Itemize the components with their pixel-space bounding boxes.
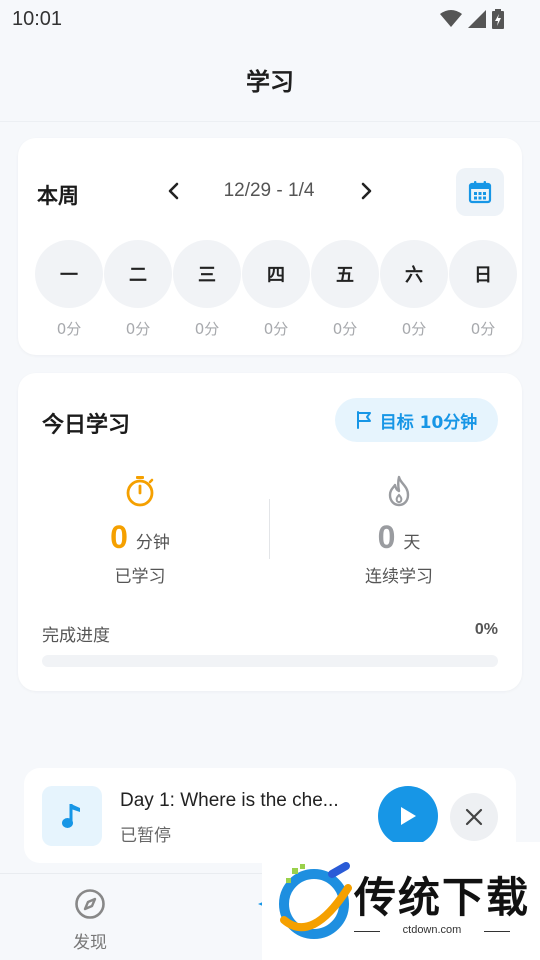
compass-icon — [75, 889, 105, 919]
stat-divider — [269, 499, 270, 559]
signal-icon — [468, 10, 486, 28]
day-label: 三 — [173, 240, 241, 308]
next-week-button[interactable] — [352, 176, 382, 206]
day-sun[interactable]: 日 0分 — [449, 240, 517, 340]
watermark: 传统下载 ctdown.com — [262, 842, 540, 960]
day-thu[interactable]: 四 0分 — [242, 240, 310, 340]
day-label: 六 — [380, 240, 448, 308]
watermark-text: 传统下载 — [354, 873, 531, 922]
flag-icon — [356, 411, 371, 429]
progress-bar — [42, 655, 498, 667]
studied-stat: 0 分钟 已学习 — [20, 473, 260, 587]
day-score: 0分 — [401, 320, 427, 338]
play-button[interactable] — [378, 786, 438, 846]
chevron-left-icon — [168, 182, 179, 200]
watermark-sub: ctdown.com — [402, 924, 462, 936]
status-time: 10:01 — [12, 7, 63, 30]
day-label: 五 — [311, 240, 379, 308]
play-icon — [401, 807, 416, 825]
wifi-icon — [440, 10, 462, 27]
chevron-right-icon — [361, 182, 372, 200]
stopwatch-icon — [126, 476, 154, 507]
watermark-logo — [279, 862, 352, 939]
status-bar: 10:01 — [0, 0, 540, 38]
day-label: 四 — [242, 240, 310, 308]
page-title: 学习 — [246, 68, 294, 96]
player-title: Day 1: Where is the che... — [120, 790, 339, 811]
today-title: 今日学习 — [42, 413, 131, 438]
progress-value: 0% — [474, 621, 498, 638]
goal-label: 目标 10分钟 — [379, 412, 478, 433]
progress-label: 完成进度 — [42, 626, 110, 646]
today-card: 今日学习 目标 10分钟 0 分钟 已学习 0 天 连续学习 完成进度 0% — [18, 373, 522, 691]
day-label: 二 — [104, 240, 172, 308]
studied-label: 已学习 — [114, 567, 166, 587]
day-fri[interactable]: 五 0分 — [311, 240, 379, 340]
studied-unit: 分钟 — [135, 533, 170, 553]
app-bar: 学习 — [0, 38, 540, 122]
week-label: 本周 — [37, 184, 79, 208]
music-note-icon — [62, 804, 80, 828]
calendar-icon — [468, 181, 492, 204]
streak-value: 0 — [377, 519, 396, 555]
battery-icon — [492, 9, 504, 29]
flame-icon — [388, 475, 410, 507]
player-artwork — [42, 786, 102, 846]
day-label: 一 — [35, 240, 103, 308]
week-range: 12/29 - 1/4 — [223, 180, 315, 201]
streak-unit: 天 — [403, 533, 421, 553]
close-player-button[interactable] — [450, 793, 498, 841]
watermark-rule-right — [484, 931, 510, 932]
previous-week-button[interactable] — [158, 176, 188, 206]
day-label: 日 — [449, 240, 517, 308]
day-score: 0分 — [470, 320, 496, 338]
calendar-button[interactable] — [456, 168, 504, 216]
week-card: 本周 12/29 - 1/4 一 0分 二 0分 三 0分 四 0分 五 0分 六 0分 日… — [18, 138, 522, 355]
day-score: 0分 — [194, 320, 220, 338]
day-score: 0分 — [56, 320, 82, 338]
streak-label: 连续学习 — [365, 567, 433, 587]
day-mon[interactable]: 一 0分 — [35, 240, 103, 340]
day-wed[interactable]: 三 0分 — [173, 240, 241, 340]
day-score: 0分 — [263, 320, 289, 338]
nav-discover-label: 发现 — [73, 933, 107, 953]
day-score: 0分 — [125, 320, 151, 338]
player-status: 已暂停 — [120, 826, 171, 846]
studied-value: 0 — [110, 519, 128, 555]
day-sat[interactable]: 六 0分 — [380, 240, 448, 340]
status-icons — [440, 9, 504, 29]
week-days: 一 0分 二 0分 三 0分 四 0分 五 0分 六 0分 日 0分 — [35, 240, 522, 340]
nav-discover[interactable]: 发现 — [45, 888, 135, 953]
streak-stat: 0 天 连续学习 — [279, 473, 519, 587]
goal-button[interactable]: 目标 10分钟 — [335, 398, 498, 442]
day-score: 0分 — [332, 320, 358, 338]
day-tue[interactable]: 二 0分 — [104, 240, 172, 340]
close-icon — [465, 808, 483, 826]
